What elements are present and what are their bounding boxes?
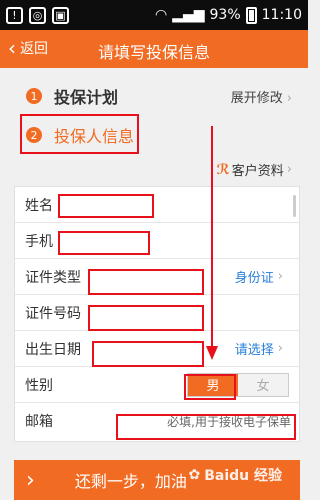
email-label: 邮箱: [25, 414, 53, 430]
sync-icon: ◎: [29, 6, 46, 24]
chevron-right-icon: ›: [277, 269, 283, 284]
chevron-right-icon: ›: [26, 467, 35, 493]
annotation-box: [58, 231, 150, 255]
birthday-label: 出生日期: [25, 341, 81, 358]
id-type-select[interactable]: 身份证 ›: [235, 267, 283, 286]
annotation-box: [116, 414, 296, 440]
customer-data-link[interactable]: ℛ 客户资料 ›: [216, 160, 292, 180]
signal-icon: ▂▄▆: [172, 7, 205, 23]
expand-edit-label: 展开修改: [230, 90, 283, 106]
chevron-right-icon: ›: [286, 162, 292, 177]
chevron-right-icon: ›: [286, 90, 292, 106]
step-label: 投保计划: [54, 88, 119, 107]
battery-icon: [245, 6, 257, 24]
id-type-label: 证件类型: [25, 269, 81, 286]
expand-edit-link[interactable]: 展开修改 ›: [231, 87, 292, 106]
clock: 11:10: [261, 7, 302, 23]
annotation-box: [184, 374, 236, 400]
id-type-value: 身份证: [234, 271, 274, 286]
customer-data-label: 客户资料: [231, 164, 284, 179]
watermark-text: Baidu 经验: [204, 468, 282, 484]
step-plan: 1 投保计划 展开修改 ›: [0, 86, 308, 107]
paw-icon: ✿: [188, 467, 201, 483]
wifi-icon: ◠: [154, 7, 168, 23]
phone-label: 手机: [25, 233, 53, 250]
battery-percent: 93%: [209, 7, 241, 23]
birthday-select[interactable]: 请选择 ›: [235, 339, 283, 358]
continue-label: 还剩一步，加油: [74, 472, 187, 491]
name-label: 姓名: [25, 197, 53, 214]
gender-female-button[interactable]: 女: [238, 373, 288, 396]
annotation-box: [58, 194, 154, 218]
baidu-watermark: ✿ Baidu 经验: [188, 465, 282, 485]
annotation-box: [92, 341, 204, 367]
annotation-box: [20, 114, 139, 154]
notification-icon: !: [6, 6, 23, 24]
page-title: 请填写投保信息: [97, 43, 210, 62]
birthday-value: 请选择: [234, 343, 274, 358]
status-bar: ! ◎ ▣ ◠ ▂▄▆ 93% 11:10: [0, 0, 308, 30]
title-bar: ‹ 返回 请填写投保信息: [0, 30, 308, 68]
chevron-right-icon: ›: [277, 341, 283, 356]
id-number-label: 证件号码: [25, 305, 81, 322]
step-number: 1: [26, 88, 42, 104]
gender-label: 性别: [25, 377, 53, 394]
gender-row: 性别 男 女: [15, 367, 299, 403]
annotation-box: [88, 305, 204, 331]
customer-icon: ℛ: [216, 161, 230, 178]
image-icon: ▣: [52, 6, 69, 24]
annotation-box: [88, 269, 204, 295]
